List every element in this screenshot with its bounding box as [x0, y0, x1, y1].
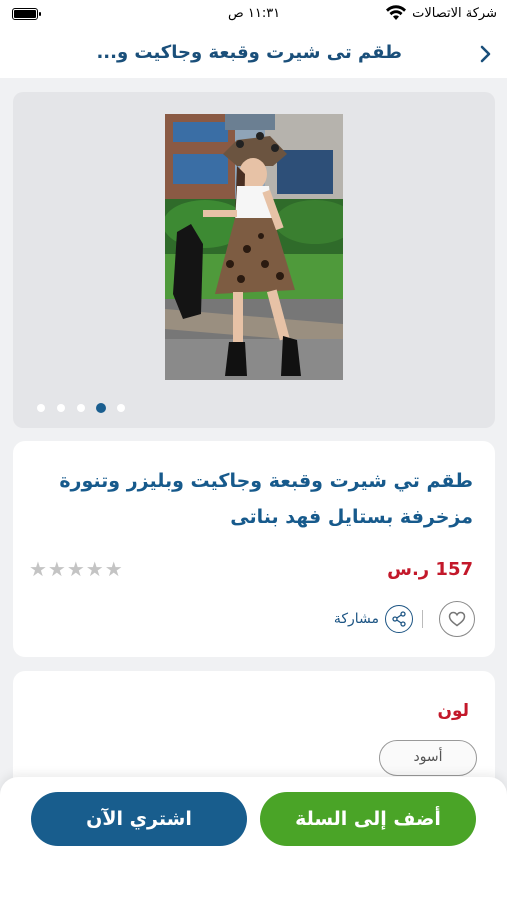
product-photo [165, 114, 343, 380]
action-divider [422, 610, 423, 628]
share-button[interactable] [385, 605, 413, 633]
battery-icon [12, 8, 41, 20]
color-option-chip[interactable]: أسود [379, 740, 477, 776]
share-icon [392, 611, 406, 627]
app-header: طقم تى شيرت وقبعة وجاكيت و... [0, 30, 507, 78]
pagination-dot-active[interactable] [96, 403, 106, 413]
bottom-action-bar: أضف إلى السلة اشتري الآن [0, 777, 507, 900]
buy-now-button[interactable]: اشتري الآن [31, 792, 247, 846]
pagination-dot[interactable] [57, 404, 65, 412]
color-option-label: لون [437, 701, 469, 721]
status-time: ١١:٣١ ص [228, 6, 281, 21]
product-title: طقم تي شيرت وقبعة وجاكيت وبليزر وتنورة م… [59, 470, 473, 528]
rating-stars: ★★★★★ [29, 557, 124, 581]
pagination-dot[interactable] [117, 404, 125, 412]
heart-icon [448, 611, 466, 627]
product-info-card: طقم تي شيرت وقبعة وجاكيت وبليزر وتنورة م… [13, 441, 495, 657]
favorite-button[interactable] [439, 601, 475, 637]
add-to-cart-button[interactable]: أضف إلى السلة [260, 792, 476, 846]
back-chevron-icon[interactable] [473, 42, 497, 66]
product-price: 157 ر.س [387, 559, 473, 580]
product-image-gallery[interactable] [13, 92, 495, 428]
page-title: طقم تى شيرت وقبعة وجاكيت و... [96, 42, 402, 63]
pagination-dot[interactable] [37, 404, 45, 412]
status-bar: شركة الاتصالات ١١:٣١ ص [0, 0, 507, 30]
pagination-dot[interactable] [77, 404, 85, 412]
carrier-name: شركة الاتصالات [412, 6, 497, 21]
wifi-icon [386, 5, 406, 20]
share-label[interactable]: مشاركة [334, 611, 379, 627]
